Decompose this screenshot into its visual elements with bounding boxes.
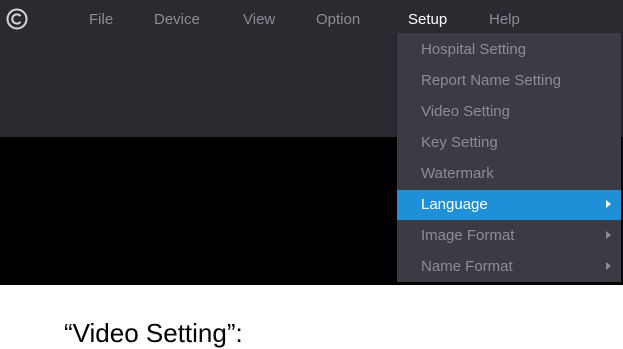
caption-text: “Video Setting”: (64, 318, 243, 348)
menu-help[interactable]: Help (489, 11, 520, 28)
triangle-right-icon (606, 231, 611, 239)
menu-item-key-setting[interactable]: Key Setting (397, 128, 621, 158)
menu-item-report-name-setting[interactable]: Report Name Setting (397, 66, 621, 96)
triangle-right-icon (606, 262, 611, 270)
menu-item-language[interactable]: Language (397, 190, 621, 220)
menu-item-hospital-setting[interactable]: Hospital Setting (397, 35, 621, 65)
menu-view[interactable]: View (243, 11, 275, 28)
app-window: File Device View Option Setup Help Hospi… (0, 0, 623, 285)
menu-item-label: Report Name Setting (421, 72, 562, 89)
triangle-right-icon (606, 200, 611, 208)
menu-item-label: Hospital Setting (421, 41, 527, 58)
menu-device[interactable]: Device (154, 11, 200, 28)
menu-item-label: Image Format (421, 227, 515, 244)
menu-item-video-setting[interactable]: Video Setting (397, 97, 621, 127)
setup-dropdown-menu: Hospital Setting Report Name Setting Vid… (397, 33, 621, 282)
menu-option[interactable]: Option (316, 11, 360, 28)
menu-item-label: Key Setting (421, 134, 498, 151)
menu-setup[interactable]: Setup (408, 11, 447, 28)
menu-item-label: Watermark (421, 165, 494, 182)
menu-item-watermark[interactable]: Watermark (397, 159, 621, 189)
menu-file[interactable]: File (89, 11, 113, 28)
menu-item-label: Language (421, 196, 488, 213)
copyright-circle-icon[interactable] (6, 8, 28, 30)
menu-item-label: Name Format (421, 258, 513, 275)
menu-item-name-format[interactable]: Name Format (397, 252, 621, 282)
menu-item-label: Video Setting (421, 103, 510, 120)
menu-item-image-format[interactable]: Image Format (397, 221, 621, 251)
